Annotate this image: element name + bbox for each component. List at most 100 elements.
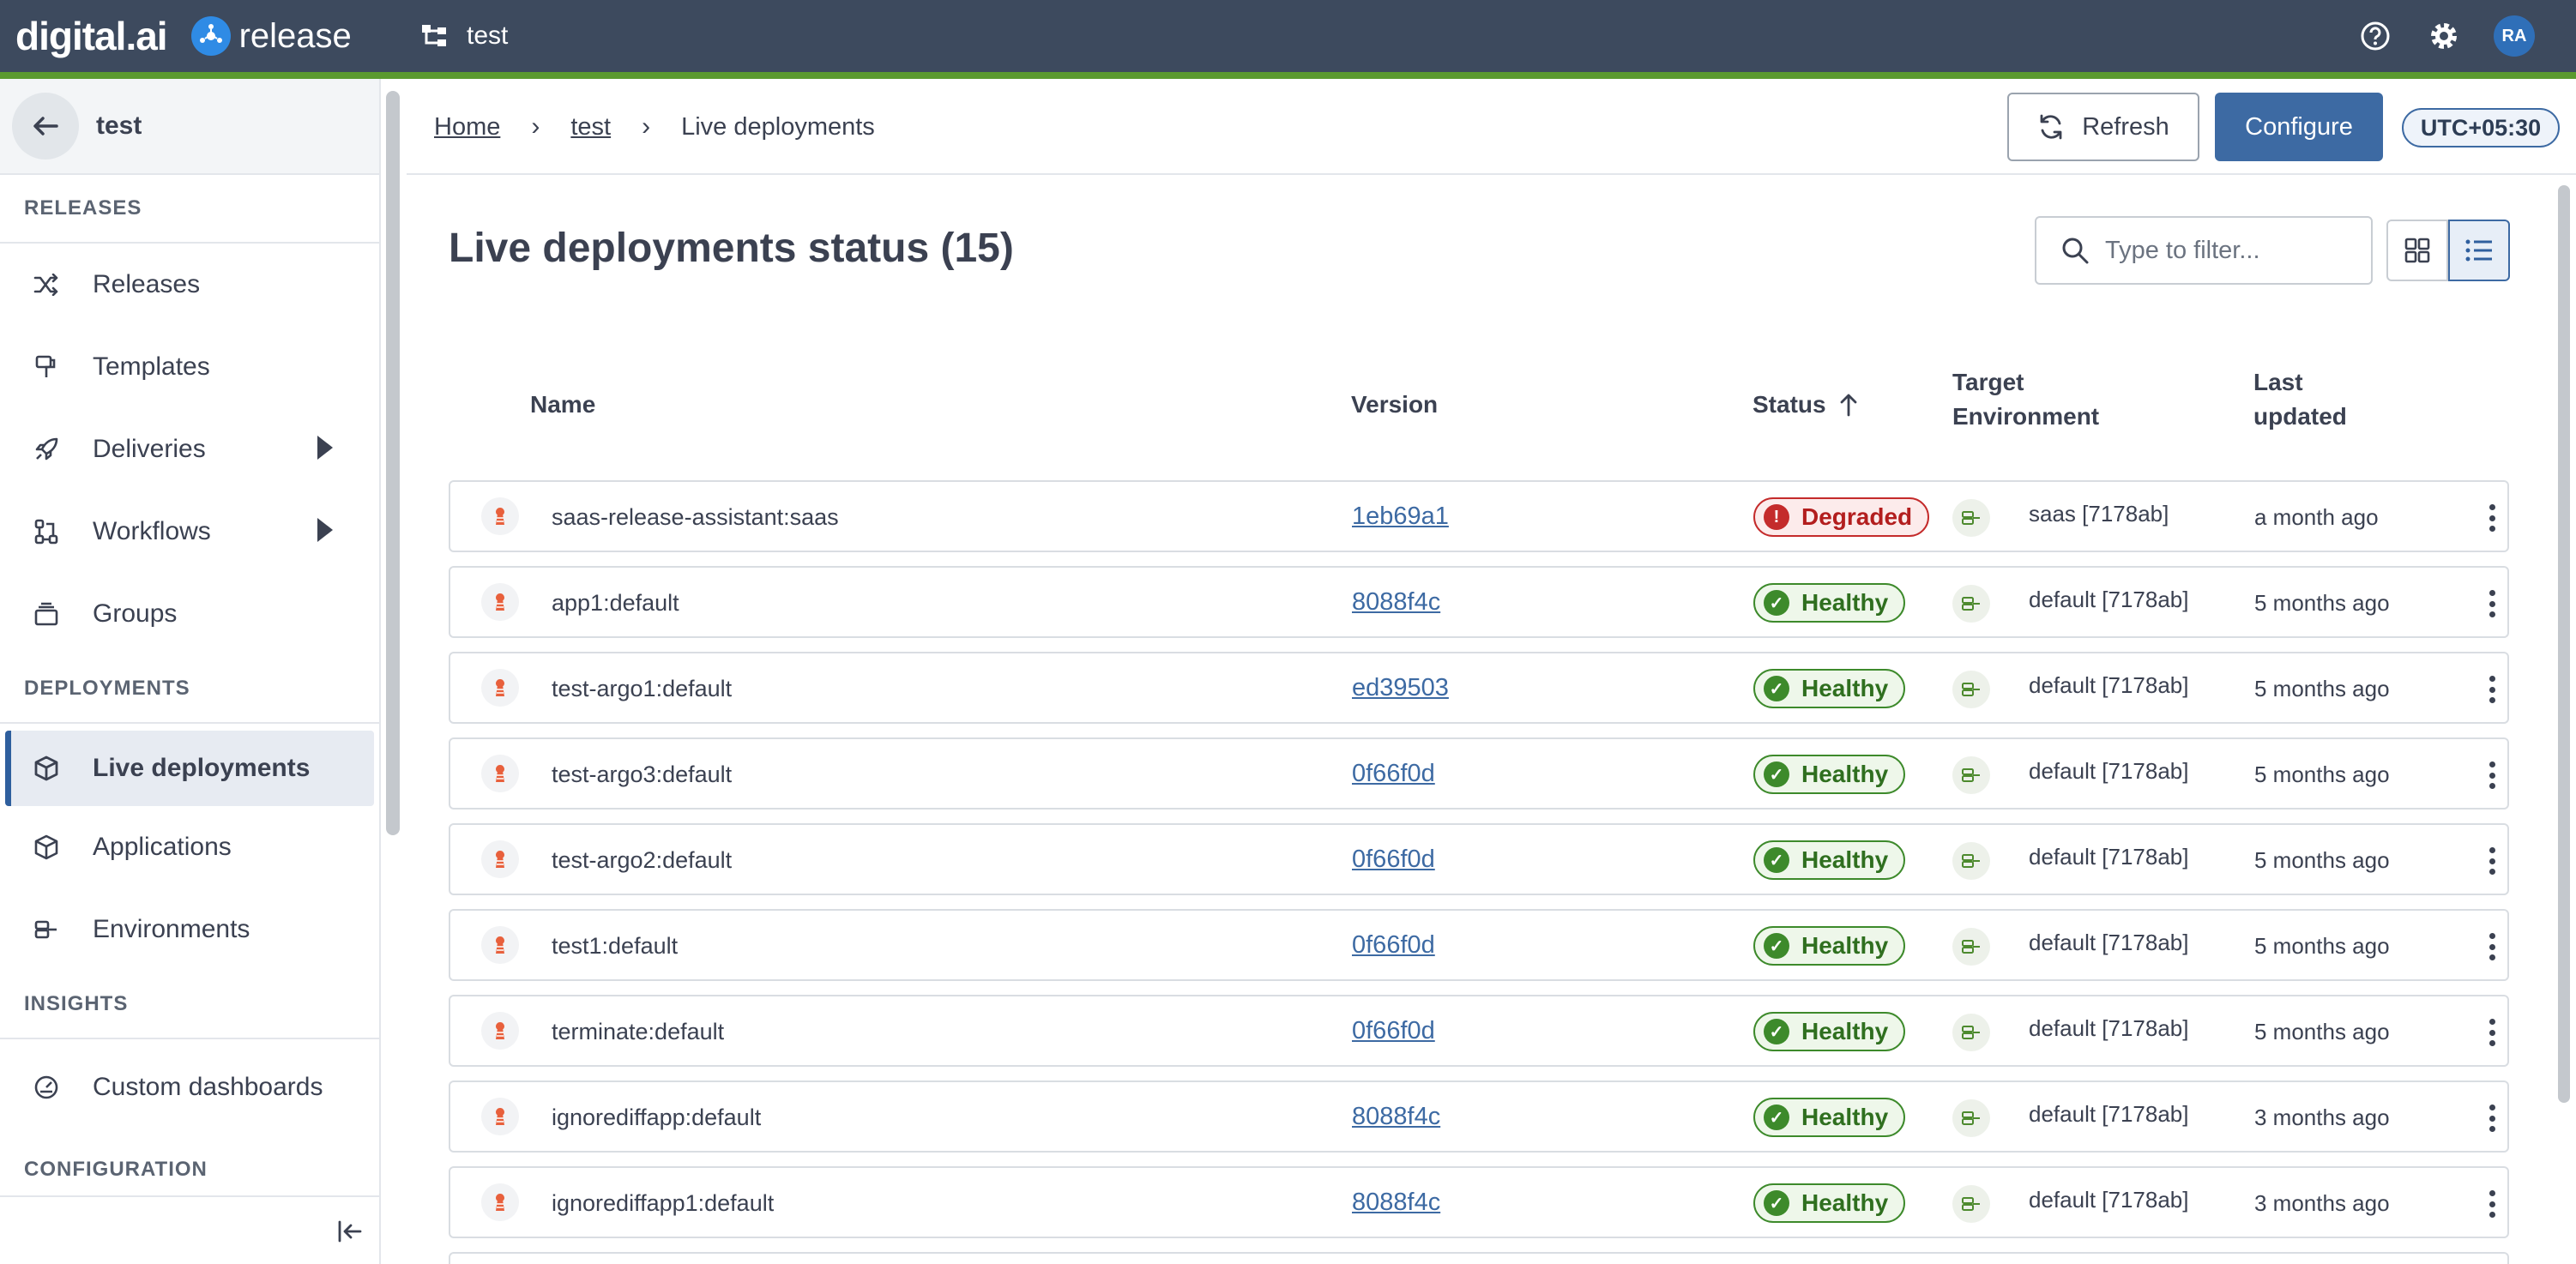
deployment-name: saas-release-assistant:saas	[552, 504, 839, 530]
sidebar-scrollbar[interactable]	[386, 91, 400, 835]
environment-icon	[1952, 499, 1990, 537]
list-view-button[interactable]	[2448, 220, 2510, 281]
status-label: Degraded	[1801, 503, 1913, 530]
table-row[interactable]: ignorediffapp1:default 8088f4c ✓ Healthy…	[449, 1166, 2509, 1238]
expand-caret-icon[interactable]	[317, 518, 333, 542]
more-options-icon[interactable]	[2483, 1187, 2501, 1221]
application-icon	[481, 583, 519, 621]
status-label: Healthy	[1801, 675, 1889, 701]
more-options-icon[interactable]	[2483, 501, 2501, 535]
configure-button[interactable]: Configure	[2215, 93, 2383, 161]
sidebar-item-label: Custom dashboards	[93, 1073, 323, 1101]
table-row[interactable]: terminate:default 0f66f0d ✓ Healthy defa…	[449, 995, 2509, 1067]
filter-box	[2035, 216, 2373, 285]
version-link[interactable]: 0f66f0d	[1352, 760, 1435, 788]
more-options-icon[interactable]	[2483, 758, 2501, 792]
deployment-name: test1:default	[552, 933, 679, 959]
back-button[interactable]	[12, 93, 79, 160]
last-updated: 3 months ago	[2254, 1190, 2390, 1216]
refresh-button[interactable]: Refresh	[2007, 93, 2199, 161]
sidebar-item-custom-dashboards[interactable]: Custom dashboards	[0, 1039, 379, 1135]
column-header-name[interactable]: Name	[530, 388, 595, 422]
version-link[interactable]: 0f66f0d	[1352, 1017, 1435, 1045]
version-link[interactable]: 8088f4c	[1352, 588, 1440, 617]
breadcrumb-home[interactable]: Home	[434, 113, 500, 141]
column-header-status-label: Status	[1753, 391, 1826, 418]
rocket-icon	[29, 436, 63, 462]
grid-view-button[interactable]	[2386, 220, 2448, 281]
status-badge: ✓ Healthy	[1753, 840, 1906, 880]
column-header-target-environment[interactable]: Target Environment	[1952, 365, 2099, 434]
filter-input[interactable]	[2105, 236, 2354, 265]
application-icon	[481, 1012, 519, 1050]
target-environment: default [7178ab]	[2029, 930, 2189, 955]
page-title: Live deployments status (15)	[449, 226, 1014, 271]
table-row[interactable]: test-argo1:default ed39503 ✓ Healthy def…	[449, 652, 2509, 724]
version-link[interactable]: 0f66f0d	[1352, 846, 1435, 874]
more-options-icon[interactable]	[2483, 1015, 2501, 1050]
digital-ai-logo: digital.ai	[15, 14, 168, 58]
more-options-icon[interactable]	[2483, 930, 2501, 964]
more-options-icon[interactable]	[2483, 1101, 2501, 1135]
sidebar-item-applications[interactable]: Applications	[0, 806, 379, 888]
table-row[interactable]: saas-release-assistant:saas 1eb69a1 ! De…	[449, 480, 2509, 552]
sort-ascending-icon[interactable]	[1838, 393, 1859, 417]
user-avatar[interactable]: RA	[2494, 15, 2535, 57]
deployment-name: test-argo2:default	[552, 847, 733, 873]
sidebar-item-releases[interactable]: Releases	[0, 244, 379, 326]
target-environment: default [7178ab]	[2029, 672, 2189, 698]
table-row[interactable]: test-argo3:default 0f66f0d ✓ Healthy def…	[449, 737, 2509, 810]
target-environment: default [7178ab]	[2029, 587, 2189, 612]
table-row[interactable]: test-argo2:default 0f66f0d ✓ Healthy def…	[449, 823, 2509, 895]
sidebar-item-environments[interactable]: Environments	[0, 888, 379, 971]
main-scrollbar[interactable]	[2558, 185, 2570, 1103]
table-row[interactable]: app1:default 8088f4c ✓ Healthy default […	[449, 566, 2509, 638]
breadcrumb-folder[interactable]: test	[570, 113, 611, 141]
workflow-icon	[29, 519, 63, 545]
more-options-icon[interactable]	[2483, 844, 2501, 878]
version-link[interactable]: 8088f4c	[1352, 1103, 1440, 1131]
more-options-icon[interactable]	[2483, 672, 2501, 707]
folder-selector[interactable]: test	[420, 17, 508, 55]
more-options-icon[interactable]	[2483, 587, 2501, 621]
settings-gear-icon[interactable]	[2425, 17, 2463, 55]
error-icon: !	[1764, 504, 1789, 530]
deployment-name: terminate:default	[552, 1019, 725, 1044]
deployment-name: test-argo1:default	[552, 676, 733, 701]
version-link[interactable]: ed39503	[1352, 674, 1449, 702]
column-header-line: Target	[1952, 369, 2024, 395]
environment-icon	[1952, 585, 1990, 623]
sidebar-item-workflows[interactable]: Workflows	[0, 491, 379, 573]
table-row[interactable]: test1:default 0f66f0d ✓ Healthy default …	[449, 909, 2509, 981]
sidebar-item-live-deployments[interactable]: Live deployments	[5, 731, 374, 806]
status-badge: ✓ Healthy	[1753, 755, 1906, 794]
column-header-version[interactable]: Version	[1351, 388, 1438, 422]
target-environment: default [7178ab]	[2029, 1101, 2189, 1127]
help-icon[interactable]	[2356, 17, 2394, 55]
version-link[interactable]: 0f66f0d	[1352, 931, 1435, 960]
last-updated: 5 months ago	[2254, 590, 2390, 616]
status-badge: ! Degraded	[1753, 497, 1930, 537]
column-header-status[interactable]: Status	[1753, 388, 1859, 422]
table-row[interactable]: ignorediffapp:default 8088f4c ✓ Healthy …	[449, 1080, 2509, 1153]
last-updated: 5 months ago	[2254, 933, 2390, 959]
sidebar-item-groups[interactable]: Groups	[0, 573, 379, 655]
environment-icon	[1952, 1014, 1990, 1051]
breadcrumb-current: Live deployments	[681, 112, 875, 141]
section-deployments: DEPLOYMENTS	[0, 655, 379, 724]
expand-caret-icon[interactable]	[317, 436, 333, 460]
sidebar-header: test	[0, 79, 379, 175]
environment-icon	[1952, 1099, 1990, 1137]
environment-icon	[29, 918, 63, 941]
brand-logo[interactable]: digital.ai release	[15, 12, 352, 60]
sidebar-item-deliveries[interactable]: Deliveries	[0, 408, 379, 491]
column-header-last-updated[interactable]: Last updated	[2253, 365, 2347, 434]
sidebar-item-templates[interactable]: Templates	[0, 326, 379, 408]
status-label: Healthy	[1801, 1104, 1889, 1130]
version-link[interactable]: 1eb69a1	[1352, 503, 1449, 531]
table-row[interactable]	[449, 1252, 2509, 1264]
status-label: Healthy	[1801, 1018, 1889, 1044]
collapse-sidebar-icon[interactable]	[333, 1214, 367, 1249]
version-link[interactable]: 8088f4c	[1352, 1189, 1440, 1217]
status-label: Healthy	[1801, 589, 1889, 616]
